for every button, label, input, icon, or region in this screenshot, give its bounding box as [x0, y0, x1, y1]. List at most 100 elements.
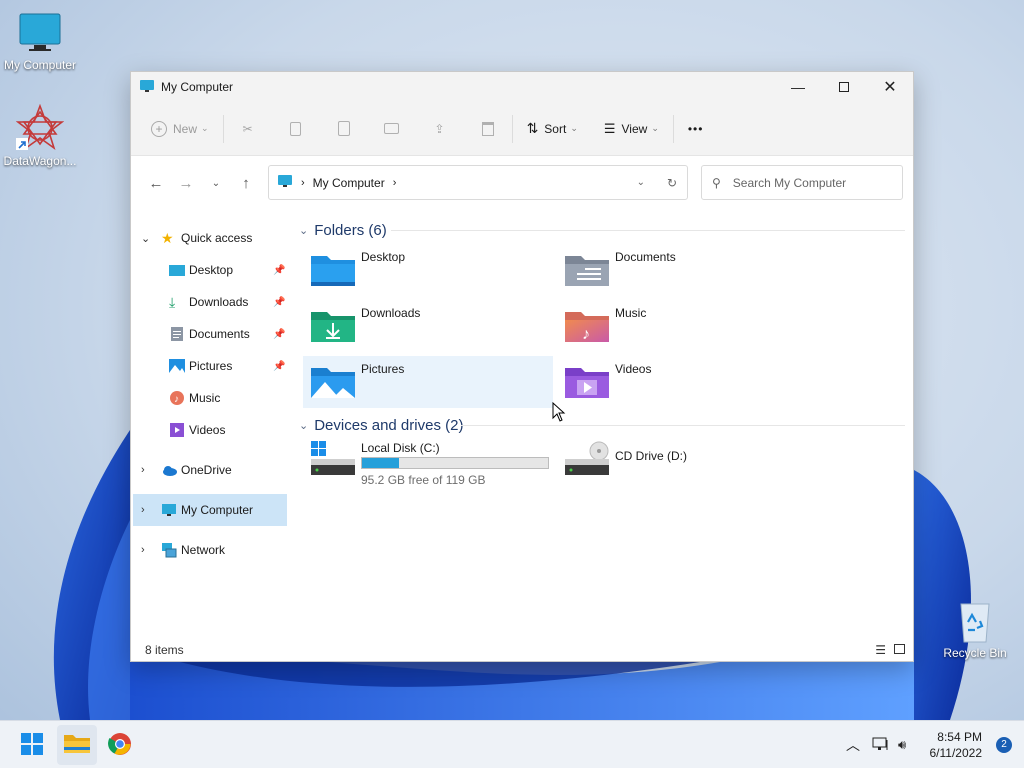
details-view-button[interactable]: ☰: [875, 643, 886, 657]
sidebar-item-documents[interactable]: Documents 📌: [131, 318, 291, 350]
sidebar-item-quick-access[interactable]: ⌄ ★ Quick access: [131, 222, 291, 254]
desktop-icon-label: Recycle Bin: [943, 646, 1007, 660]
minimize-icon: —: [791, 79, 805, 95]
scissors-icon: ✂: [242, 121, 253, 136]
chrome-taskbar-button[interactable]: [100, 725, 140, 765]
view-label: View: [621, 121, 648, 136]
start-button[interactable]: [12, 725, 52, 765]
back-button[interactable]: ←: [141, 168, 171, 198]
group-header-folders[interactable]: ⌄ Folders (6): [299, 222, 387, 239]
chevron-down-icon: ⌄: [141, 232, 151, 245]
view-button[interactable]: ☰ View ⌄: [598, 113, 665, 145]
minimize-button[interactable]: —: [775, 72, 821, 102]
chevron-down-icon: ⌄: [201, 123, 209, 133]
maximize-button[interactable]: [821, 72, 867, 102]
sidebar-item-label: My Computer: [181, 503, 254, 517]
title-bar[interactable]: My Computer — ✕: [131, 72, 913, 102]
taskbar: ︿ 🔊︎ 8:54 PM 6/11/2022 2: [0, 720, 1024, 768]
new-label: New: [173, 121, 198, 136]
folder-tile-pictures[interactable]: Pictures: [303, 356, 553, 408]
sidebar-item-label: Pictures: [189, 359, 233, 373]
desktop-folder-icon: [311, 252, 355, 291]
clock-date: 6/11/2022: [929, 746, 983, 760]
drive-tile-local-disk-c[interactable]: Local Disk (C:) 95.2 GB free of 119 GB: [303, 435, 553, 491]
arrow-right-icon: →: [178, 174, 194, 192]
drive-free-space: 95.2 GB free of 119 GB: [361, 473, 486, 487]
sidebar-item-onedrive[interactable]: › OneDrive: [131, 454, 291, 486]
chevron-right-icon: ›: [141, 464, 145, 476]
delete-button[interactable]: [472, 113, 504, 145]
recent-locations-button[interactable]: ⌄: [201, 168, 231, 198]
drive-name: CD Drive (D:): [615, 449, 687, 463]
forward-button[interactable]: →: [171, 168, 201, 198]
monitor-icon: [161, 502, 177, 518]
desktop-icon-my-computer[interactable]: My Computer: [0, 12, 80, 72]
refresh-icon: ↻: [666, 175, 677, 190]
sort-label: Sort: [544, 121, 567, 136]
desktop-icon-recycle-bin[interactable]: Recycle Bin: [935, 600, 1015, 660]
sidebar-item-videos[interactable]: Videos: [131, 414, 291, 446]
group-header-devices[interactable]: ⌄ Devices and drives (2): [299, 417, 463, 434]
share-button[interactable]: ⇪: [424, 113, 456, 145]
toolbar-divider: [222, 114, 224, 143]
desktop-icon-datawagon[interactable]: DataWagon...: [0, 103, 80, 168]
paste-button[interactable]: [328, 113, 360, 145]
folder-tile-documents[interactable]: Documents: [557, 244, 807, 296]
sidebar-item-label: OneDrive: [181, 463, 232, 477]
network-tray-button[interactable]: [872, 721, 890, 768]
sort-button[interactable]: ⇅ Sort ⌄: [521, 113, 584, 145]
svg-text:♪: ♪: [582, 326, 590, 343]
drive-usage-bar: [361, 457, 549, 469]
address-bar[interactable]: › My Computer › ⌄ ↻: [268, 165, 688, 200]
star-icon: ★: [161, 230, 174, 246]
windows-logo-icon: [21, 732, 43, 758]
sidebar-item-label: Videos: [189, 423, 226, 437]
clock[interactable]: 8:54 PM 6/11/2022: [930, 729, 983, 761]
chevron-down-icon: ⌄: [299, 225, 309, 237]
pin-icon: 📌: [273, 264, 286, 276]
address-dropdown-button[interactable]: ⌄: [637, 177, 645, 188]
folder-tile-music[interactable]: ♪ Music: [557, 300, 807, 352]
notification-badge[interactable]: 2: [996, 737, 1012, 753]
cut-button[interactable]: ✂: [232, 113, 264, 145]
sidebar-item-label: Downloads: [189, 295, 249, 309]
monitor-icon: [277, 173, 293, 192]
copy-button[interactable]: [280, 113, 312, 145]
network-tray-icon: [872, 736, 890, 755]
more-options-button[interactable]: •••: [682, 113, 710, 145]
pictures-icon: [169, 358, 185, 374]
sidebar-item-pictures[interactable]: Pictures 📌: [131, 350, 291, 382]
chevron-right-icon: ›: [392, 176, 397, 189]
sidebar-item-desktop[interactable]: Desktop 📌: [131, 254, 291, 286]
sidebar-item-music[interactable]: ♪ Music: [131, 382, 291, 414]
chevron-down-icon: ⌄: [570, 123, 578, 133]
drive-tile-cd-drive-d[interactable]: CD Drive (D:): [557, 435, 807, 491]
content-pane: ⌄ Folders (6) Desktop Documents Download…: [291, 222, 913, 641]
search-box[interactable]: ⚲ Search My Computer: [701, 165, 903, 200]
sidebar-item-network[interactable]: › Network: [131, 534, 291, 566]
command-bar: + New ⌄ ✂ ⇪ ⇅ Sort ⌄ ☰ View ⌄ •••: [131, 102, 913, 156]
refresh-button[interactable]: ↻: [667, 176, 677, 190]
sidebar-item-downloads[interactable]: ⤓ Downloads 📌: [131, 286, 291, 318]
window-title: My Computer: [161, 80, 234, 94]
folder-name: Videos: [615, 362, 652, 376]
speaker-icon: 🔊︎: [898, 737, 907, 752]
folder-tile-desktop[interactable]: Desktop: [303, 244, 553, 296]
show-hidden-icons-button[interactable]: ︿: [846, 721, 860, 768]
file-explorer-taskbar-button[interactable]: [57, 725, 97, 765]
tiles-view-button[interactable]: [894, 643, 905, 657]
breadcrumb-my-computer[interactable]: My Computer: [313, 176, 385, 190]
documents-icon: [169, 326, 185, 342]
up-button[interactable]: ↑: [231, 168, 261, 198]
folder-name: Music: [615, 306, 647, 320]
volume-tray-button[interactable]: 🔊︎: [898, 721, 906, 768]
rename-button[interactable]: [376, 113, 408, 145]
mouse-cursor-icon: [552, 401, 566, 425]
chevron-down-icon: ⌄: [299, 420, 309, 432]
folder-tile-videos[interactable]: Videos: [557, 356, 807, 408]
new-button[interactable]: + New ⌄: [145, 113, 215, 145]
close-button[interactable]: ✕: [867, 72, 913, 102]
sidebar-item-label: Desktop: [189, 263, 234, 277]
sidebar-item-my-computer[interactable]: › My Computer: [133, 494, 287, 526]
folder-tile-downloads[interactable]: Downloads: [303, 300, 553, 352]
